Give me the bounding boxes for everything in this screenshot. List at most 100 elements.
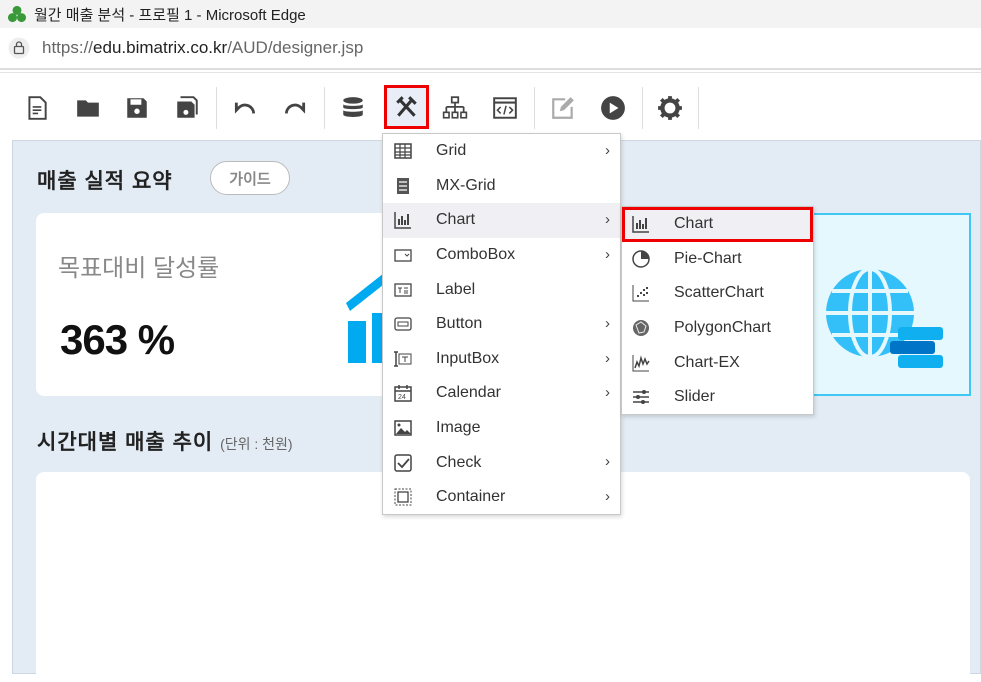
menu-item-pie-chart[interactable]: Pie-Chart [622, 242, 813, 277]
url-scheme: https:// [42, 38, 94, 57]
menu-item-label[interactable]: Label [383, 272, 620, 307]
script-button[interactable] [486, 89, 524, 127]
pie-icon [630, 248, 652, 270]
chevron-right-icon: › [605, 384, 610, 402]
menu-item-grid[interactable]: Grid › [383, 134, 620, 169]
menu-item-label: InputBox [436, 349, 500, 367]
chart-icon [630, 213, 652, 235]
menu-item-container[interactable]: Container › [383, 480, 620, 515]
redo-button[interactable] [276, 89, 314, 127]
label-icon [392, 279, 414, 301]
play-icon [601, 96, 625, 120]
hierarchy-button[interactable] [436, 89, 474, 127]
chart-icon [392, 209, 414, 231]
folder-icon [77, 100, 99, 117]
menu-item-scatterchart[interactable]: ScatterChart [622, 276, 813, 311]
slider-icon [630, 386, 652, 408]
menu-item-inputbox[interactable]: InputBox › [383, 342, 620, 377]
combo-icon [392, 244, 414, 266]
menu-item-button[interactable]: Button › [383, 307, 620, 342]
menu-item-polygonchart[interactable]: PolygonChart [622, 311, 813, 346]
menu-item-label: MX-Grid [436, 176, 496, 194]
menu-item-label: Pie-Chart [674, 249, 742, 267]
divider [534, 87, 535, 129]
menu-item-label: Grid [436, 142, 467, 160]
edit-icon [552, 97, 574, 119]
save-button[interactable] [118, 89, 156, 127]
url-path: /AUD/designer.jsp [227, 38, 364, 57]
input-icon [392, 348, 414, 370]
open-button[interactable] [69, 89, 107, 127]
chevron-right-icon: › [605, 487, 610, 505]
container-icon [392, 486, 414, 508]
menu-item-chart-ex[interactable]: Chart-EX [622, 345, 813, 380]
chartex-icon [630, 352, 652, 374]
menu-item-label: PolygonChart [674, 319, 771, 337]
globe-coins-icon [826, 267, 943, 368]
menu-item-check[interactable]: Check › [383, 445, 620, 480]
menu-item-calendar[interactable]: 24 Calendar › [383, 376, 620, 411]
section-title-summary: 매출 실적 요약 [37, 170, 173, 193]
menu-item-label: Image [436, 419, 481, 437]
save-icon [127, 98, 147, 118]
svg-text:24: 24 [398, 394, 406, 401]
divider [216, 87, 217, 129]
gear-icon [658, 96, 682, 120]
chevron-right-icon: › [605, 453, 610, 471]
mxgrid-icon [392, 175, 414, 197]
menu-item-label: Button [436, 315, 483, 333]
lock-icon [8, 37, 30, 59]
unit-label: (단위 : 천원) [220, 436, 293, 452]
settings-button[interactable] [651, 89, 689, 127]
menu-item-label: Slider [674, 388, 715, 406]
new-document-button[interactable] [18, 89, 56, 127]
menu-item-chart[interactable]: Chart [622, 207, 813, 242]
undo-button[interactable] [226, 89, 264, 127]
button-icon [392, 313, 414, 335]
divider [324, 87, 325, 129]
edit-button[interactable] [544, 89, 582, 127]
menu-item-mx-grid[interactable]: MX-Grid [383, 169, 620, 204]
divider [642, 87, 643, 129]
menu-item-label: Container [436, 488, 506, 506]
title-bar: 월간 매출 분석 - 프로필 1 - Microsoft Edge [0, 0, 981, 28]
menu-item-label: Label [436, 280, 476, 298]
new-document-icon [28, 96, 47, 120]
section-title-hourly-sales: 시간대별 매출 추이 (단위 : 천원) [37, 426, 293, 456]
kpi-label: 목표대비 달성률 [58, 255, 220, 282]
image-icon [392, 417, 414, 439]
calendar-icon: 24 [392, 382, 414, 404]
chevron-right-icon: › [605, 314, 610, 332]
database-icon [343, 97, 363, 117]
polygon-icon [630, 317, 652, 339]
menu-item-slider[interactable]: Slider [622, 380, 813, 415]
menu-item-label: Calendar [436, 384, 501, 402]
tools-button[interactable] [384, 85, 429, 129]
menu-item-label: ComboBox [436, 246, 516, 264]
scatter-icon [630, 282, 652, 304]
chevron-right-icon: › [605, 245, 610, 263]
datasource-button[interactable] [334, 89, 372, 127]
chevron-right-icon: › [605, 349, 610, 367]
menu-item-label: Chart [674, 215, 714, 233]
url-domain: edu.bimatrix.co.kr [93, 38, 228, 57]
hierarchy-icon [442, 96, 468, 119]
undo-icon [234, 102, 256, 114]
menu-item-label: Chart [436, 211, 476, 229]
save-all-icon [177, 96, 198, 118]
menu-item-label: ScatterChart [674, 284, 764, 302]
menu-item-combobox[interactable]: ComboBox › [383, 238, 620, 273]
save-all-button[interactable] [168, 89, 206, 127]
window-title: 월간 매출 분석 - 프로필 1 - Microsoft Edge [34, 6, 306, 24]
tools-icon [395, 96, 417, 117]
menu-item-chart[interactable]: Chart › [383, 203, 620, 238]
address-bar[interactable]: https://edu.bimatrix.co.kr/AUD/designer.… [0, 28, 981, 70]
grid-icon [392, 140, 414, 162]
kpi-value: 363 % [60, 316, 175, 363]
designer-toolbar [0, 72, 981, 136]
tools-menu: Grid › MX-Grid Chart › ComboBox › Label Button › I… [382, 133, 621, 515]
guide-button[interactable]: 가이드 [210, 161, 290, 195]
menu-item-image[interactable]: Image [383, 411, 620, 446]
redo-icon [284, 102, 306, 114]
run-button[interactable] [594, 89, 632, 127]
